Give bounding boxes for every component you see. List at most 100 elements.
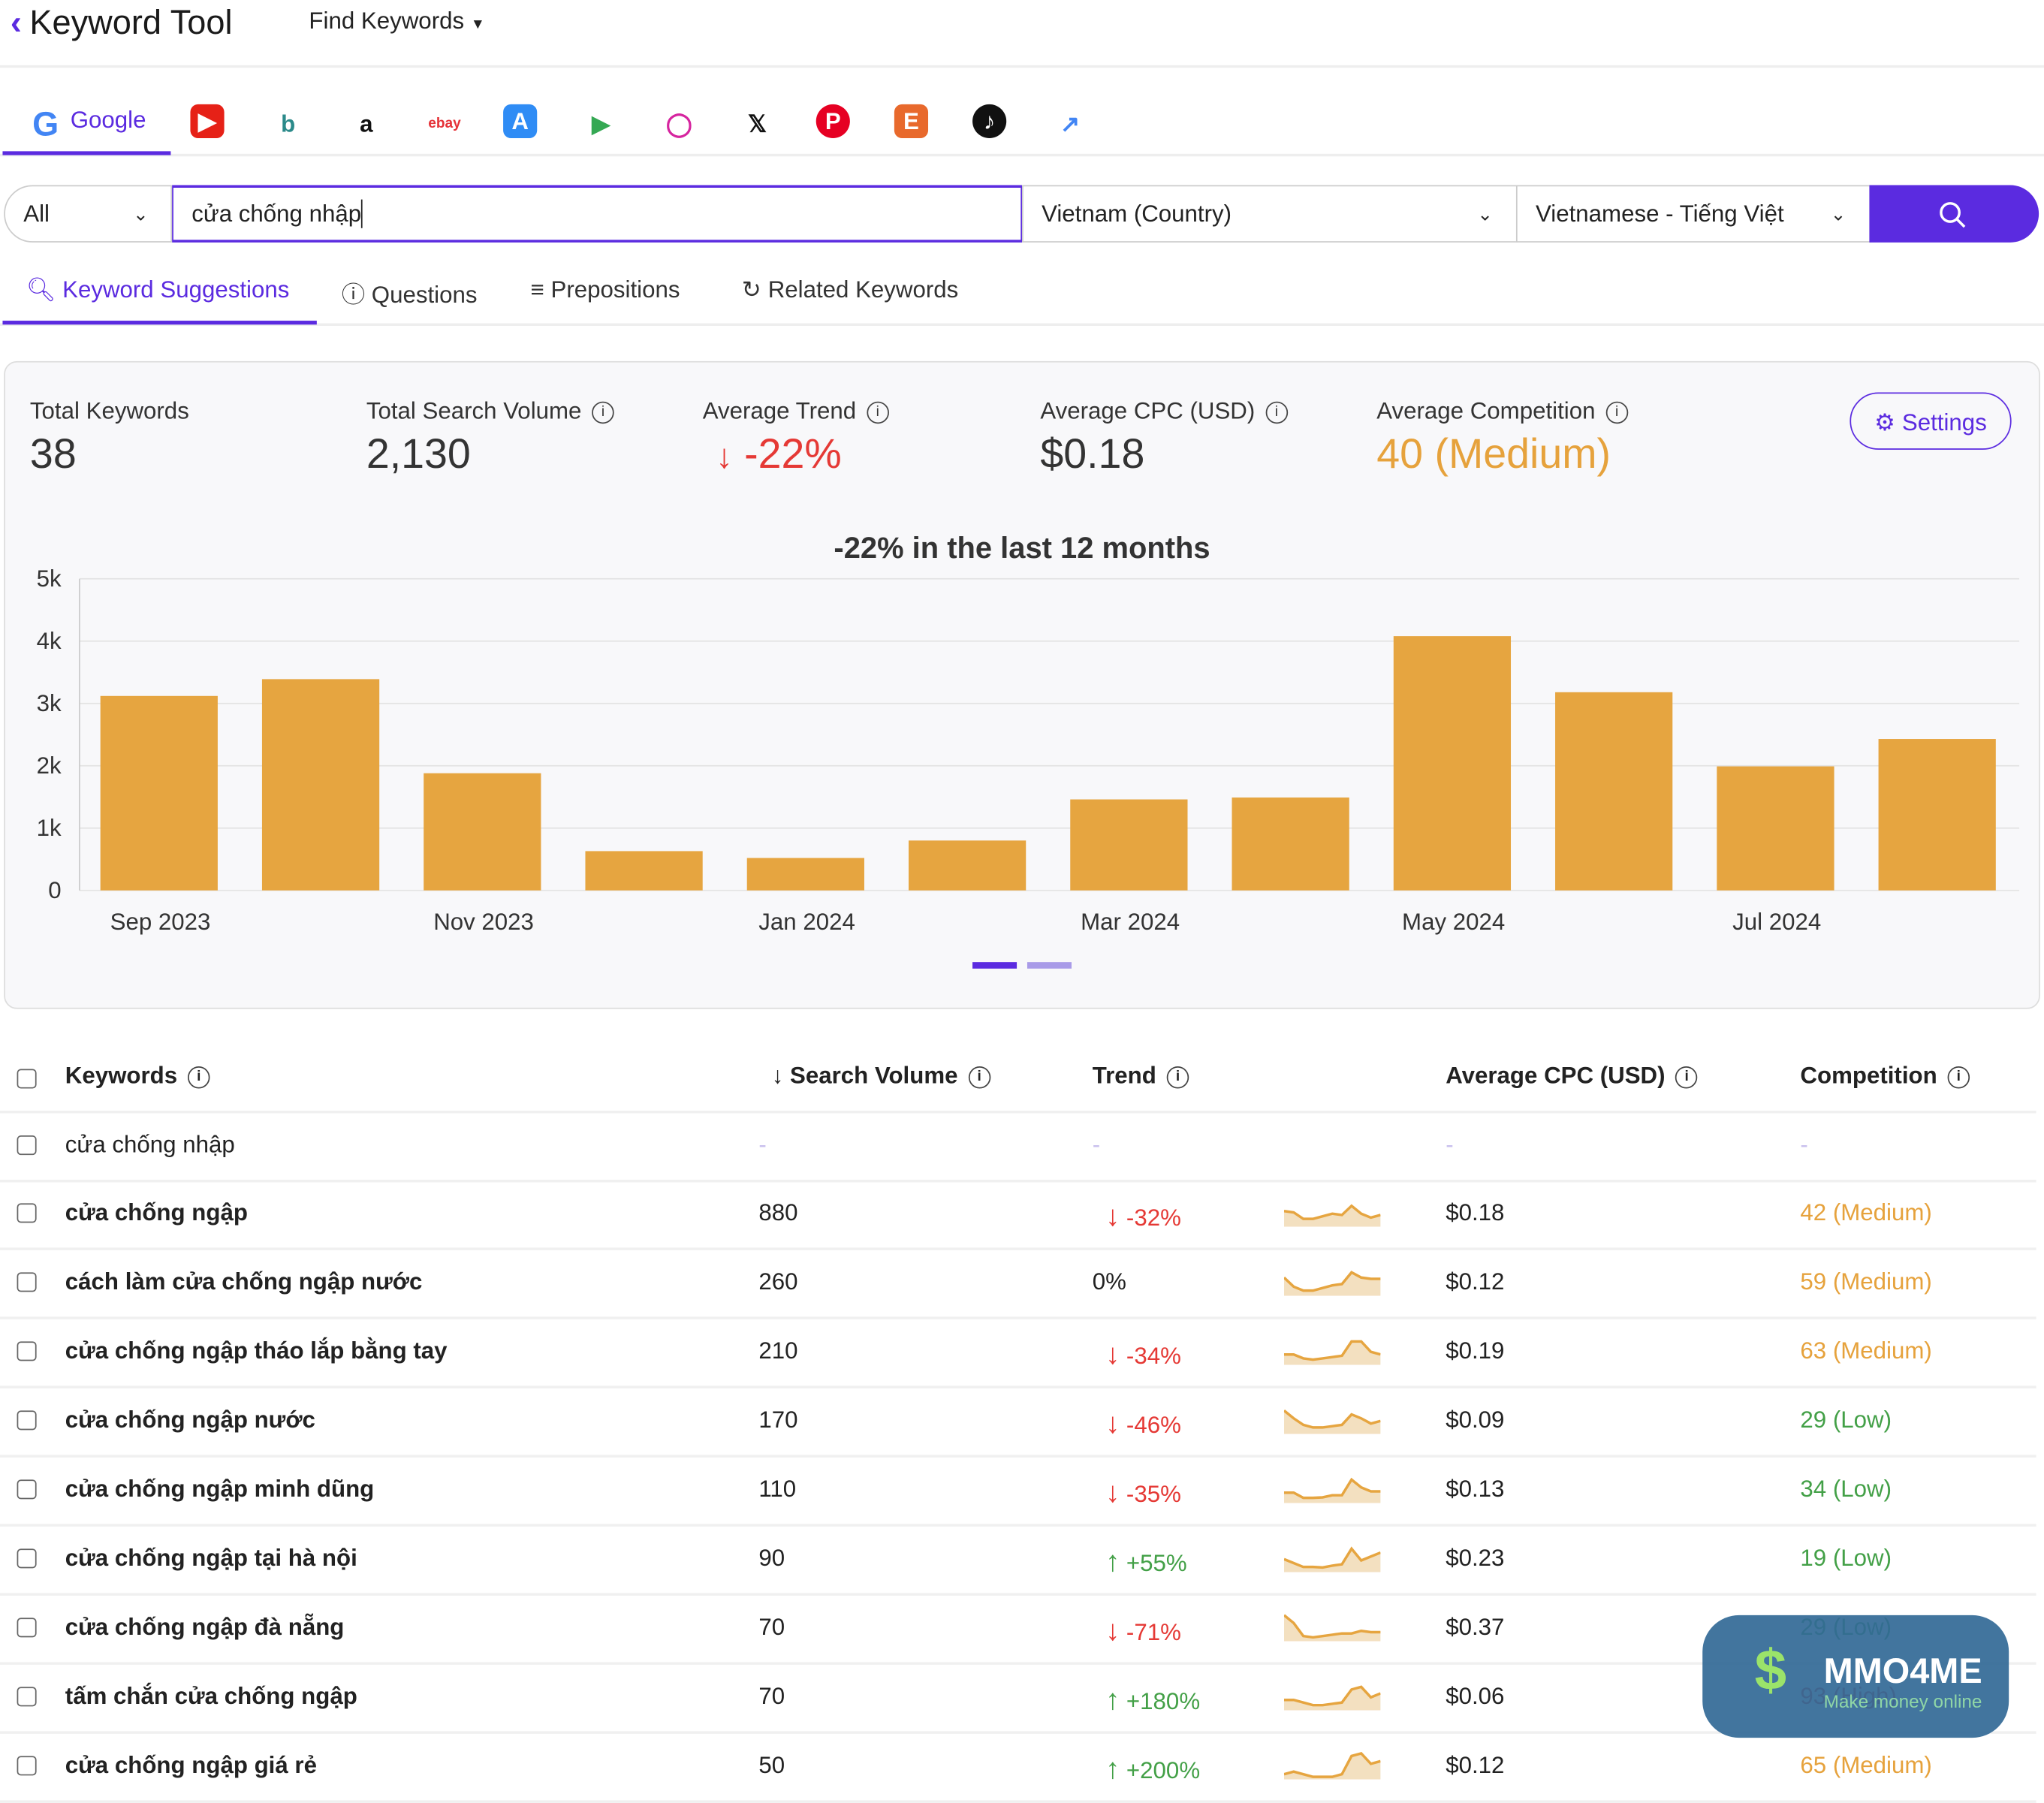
table-row[interactable]: cửa chống ngập 880 ↓ -32% $0.18 42 (Medium) <box>0 1180 2036 1250</box>
carousel-dot[interactable] <box>1027 962 1072 969</box>
bar-aug-2024[interactable] <box>1878 739 1996 891</box>
search-button[interactable] <box>1869 185 2039 243</box>
bar-dec-2023[interactable] <box>585 851 703 891</box>
bar-jun-2024[interactable] <box>1555 692 1673 891</box>
trend-value: 0% <box>1093 1268 1126 1295</box>
info-icon[interactable]: i <box>188 1066 210 1089</box>
find-keywords-menu[interactable]: Find Keywords ▼ <box>309 8 484 35</box>
tab-keyword-suggestions[interactable]: 🔍︎ Keyword Suggestions <box>2 261 317 325</box>
trends-icon[interactable]: ↗ <box>1051 104 1090 143</box>
info-icon[interactable]: i <box>1265 401 1288 424</box>
sort-desc-icon[interactable]: ↓ <box>772 1063 784 1089</box>
row-checkbox[interactable] <box>17 1203 37 1223</box>
tab-related-keywords[interactable]: ↻ Related Keywords <box>742 276 959 303</box>
col-search-volume[interactable]: Search Volume <box>790 1063 957 1089</box>
col-trend[interactable]: Trend <box>1093 1063 1156 1089</box>
bar-jan-2024[interactable] <box>746 858 864 891</box>
row-checkbox[interactable] <box>17 1548 37 1569</box>
row-checkbox[interactable] <box>17 1341 37 1361</box>
info-icon[interactable]: i <box>592 401 614 424</box>
pinterest-icon[interactable]: P <box>815 104 850 139</box>
bar-jul-2024[interactable] <box>1717 766 1834 891</box>
carousel-dot-active[interactable] <box>972 962 1017 969</box>
keyword[interactable]: tấm chắn cửa chống ngập <box>65 1683 357 1710</box>
menu-label: Find Keywords <box>309 8 465 35</box>
table-row[interactable]: cửa chống nhập - - - - <box>0 1112 2036 1183</box>
trend-sparkline <box>1283 1477 1381 1503</box>
tab-prepositions[interactable]: ≡ Prepositions <box>531 276 680 303</box>
bing-icon[interactable]: b <box>269 104 308 143</box>
country-select[interactable]: Vietnam (Country) ⌄ <box>1022 185 1518 243</box>
google-icon: G <box>32 104 59 143</box>
search-volume: - <box>758 1131 767 1158</box>
trend-bar-chart: -22% in the last 12 months 0 1k 2k 3k 4k 5k Sep… <box>37 532 2020 935</box>
info-icon[interactable]: i <box>968 1066 990 1089</box>
col-cpc[interactable]: Average CPC (USD) <box>1446 1063 1665 1089</box>
bar-mar-2024[interactable] <box>1070 799 1188 891</box>
row-checkbox[interactable] <box>17 1135 37 1156</box>
row-checkbox[interactable] <box>17 1756 37 1776</box>
logo[interactable]: ‹ Keyword Tool <box>11 2 233 43</box>
table-row[interactable]: cửa chống ngập minh dũng 110 ↓ -35% $0.13 34… <box>0 1456 2036 1527</box>
table-row[interactable]: cách làm cửa chống ngập nước 260 0% $0.12 59… <box>0 1249 2036 1319</box>
row-checkbox[interactable] <box>17 1618 37 1638</box>
instagram-icon[interactable]: ◯ <box>659 104 698 143</box>
settings-button[interactable]: ⚙ Settings <box>1850 392 2012 450</box>
keyword-search-input[interactable]: cửa chống nhập <box>172 185 1023 243</box>
info-icon[interactable]: i <box>1947 1066 1970 1089</box>
keyword[interactable]: cửa chống nhập <box>65 1132 235 1159</box>
keyword[interactable]: cửa chống ngập tháo lắp bằng tay <box>65 1337 448 1364</box>
language-select[interactable]: Vietnamese - Tiếng Việt ⌄ <box>1515 185 1871 243</box>
keyword[interactable]: cửa chống ngập đà nẵng <box>65 1614 345 1641</box>
select-all-checkbox[interactable] <box>17 1069 37 1089</box>
search-type-select[interactable]: All ⌄ <box>4 185 173 243</box>
ebay-icon[interactable]: ebay <box>425 104 464 143</box>
info-icon[interactable]: i <box>1166 1066 1189 1089</box>
tab-google[interactable]: G Google <box>2 92 171 155</box>
cpc: $0.09 <box>1446 1407 1505 1433</box>
row-checkbox[interactable] <box>17 1272 37 1292</box>
col-competition[interactable]: Competition <box>1800 1063 1937 1089</box>
keyword[interactable]: cách làm cửa chống ngập nước <box>65 1268 423 1295</box>
table-row[interactable]: cửa chống ngập tại hà nội 90 ↑ +55% $0.23 19… <box>0 1525 2036 1596</box>
play-store-icon[interactable]: ▶ <box>581 104 620 143</box>
keyword[interactable]: cửa chống ngập giá rẻ <box>65 1752 317 1779</box>
keyword[interactable]: cửa chống ngập tại hà nội <box>65 1545 357 1572</box>
row-checkbox[interactable] <box>17 1410 37 1431</box>
table-row[interactable]: cửa chống ngập nước 170 ↓ -46% $0.09 29 (Low… <box>0 1387 2036 1458</box>
keyword[interactable]: cửa chống ngập <box>65 1199 248 1226</box>
watermark: $ MMO4ME Make money online <box>1702 1615 2009 1738</box>
row-checkbox[interactable] <box>17 1479 37 1500</box>
row-checkbox[interactable] <box>17 1687 37 1707</box>
y-tick-label: 4k <box>37 628 62 654</box>
etsy-icon[interactable]: E <box>894 104 929 139</box>
tab-questions[interactable]: ⓘ Questions <box>342 276 478 310</box>
col-keywords[interactable]: Keywords <box>65 1063 177 1089</box>
tiktok-icon[interactable]: ♪ <box>972 104 1007 139</box>
x-tick-label: Nov 2023 <box>433 909 534 935</box>
cpc: $0.37 <box>1446 1614 1505 1640</box>
youtube-icon[interactable]: ▶ <box>190 104 225 139</box>
keyword[interactable]: cửa chống ngập nước <box>65 1407 315 1434</box>
table-row[interactable]: cửa chống ngập tháo lắp bằng tay 210 ↓ -34… <box>0 1318 2036 1388</box>
table-row[interactable]: cửa chống ngập giá rẻ 50 ↑ +200% $0.12 65 (M… <box>0 1732 2036 1803</box>
info-icon[interactable]: i <box>867 401 889 424</box>
x-icon[interactable]: 𝕏 <box>738 104 777 143</box>
x-tick-label: May 2024 <box>1402 909 1505 935</box>
tab-label: Prepositions <box>550 276 680 303</box>
query-text: cửa chống nhập <box>191 200 362 227</box>
question-icon: ⓘ <box>341 281 366 308</box>
app-store-icon[interactable]: A <box>503 104 538 139</box>
bar-sep-2023[interactable] <box>100 695 218 891</box>
bar-apr-2024[interactable] <box>1232 797 1349 891</box>
info-icon[interactable]: i <box>1675 1066 1698 1089</box>
amazon-icon[interactable]: a <box>347 104 386 143</box>
bar-nov-2023[interactable] <box>424 773 541 891</box>
avg-trend-value: -22% <box>744 430 842 478</box>
bar-oct-2023[interactable] <box>261 679 380 891</box>
keyword[interactable]: cửa chống ngập minh dũng <box>65 1476 374 1503</box>
bar-may-2024[interactable] <box>1393 636 1512 891</box>
bar-feb-2024[interactable] <box>908 840 1027 891</box>
x-tick-label: Sep 2023 <box>110 909 211 935</box>
info-icon[interactable]: i <box>1605 401 1628 424</box>
